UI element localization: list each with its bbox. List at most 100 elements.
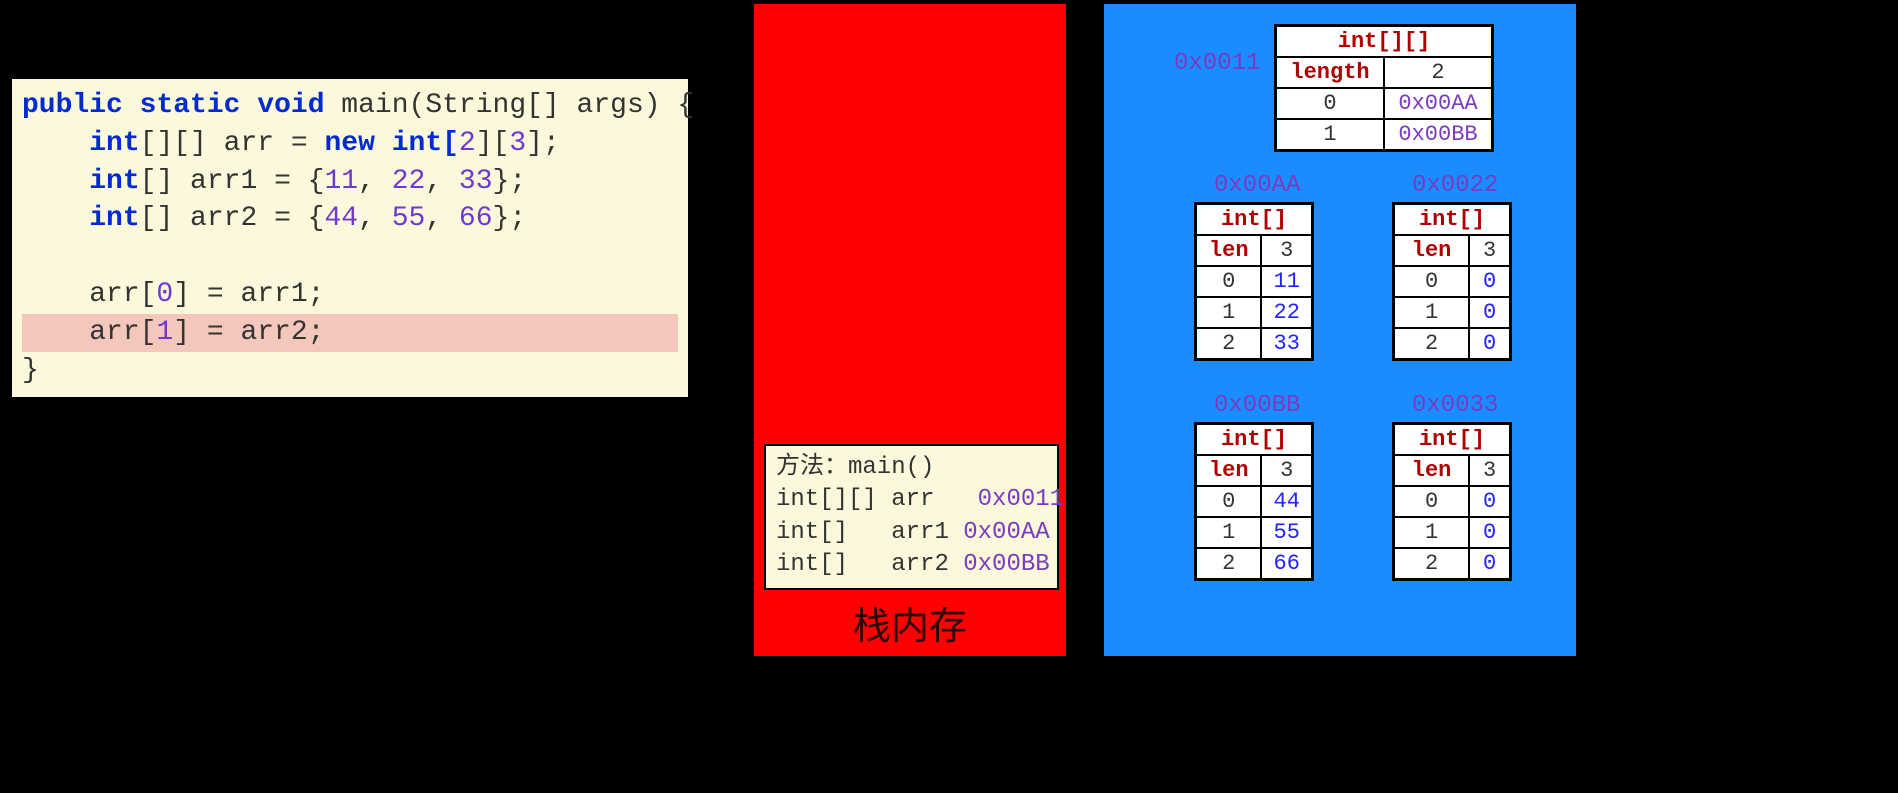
val: 33	[1261, 328, 1312, 360]
kw-void: void	[257, 90, 324, 121]
code-line-8: }	[22, 352, 678, 390]
addr-value: 0x00BB	[1384, 119, 1493, 151]
code-line-2: int[][] arr = new int[2][3];	[22, 125, 678, 163]
sep: ,	[358, 203, 392, 234]
len-value: 3	[1261, 235, 1312, 266]
heap-table-int-array: int[] len3 044 155 266	[1194, 422, 1314, 581]
num: 0	[156, 279, 173, 310]
val: 0	[1469, 266, 1510, 297]
heap-addr-label: 0x00BB	[1214, 392, 1300, 419]
heap-addr-label: 0x0011	[1174, 50, 1260, 77]
idx: 0	[1196, 266, 1262, 297]
table-title: int[]	[1196, 204, 1313, 236]
num: 66	[459, 203, 493, 234]
table-title: int[]	[1196, 424, 1313, 456]
var-name: arr2	[891, 551, 949, 578]
kw-int: int	[89, 166, 139, 197]
code-panel: public static void main(String[] args) {…	[10, 77, 690, 399]
stack-method-row: 方法：main()	[776, 452, 1047, 484]
kw-int: int	[89, 203, 139, 234]
stack-var-row: int[][] arr 0x0011	[776, 484, 1047, 516]
stack-memory-label: 栈内存	[750, 595, 1070, 650]
idx: 1	[1196, 297, 1262, 328]
code-text: main(String[] args) {	[325, 90, 695, 121]
len-label: len	[1394, 235, 1470, 266]
diagram-root: public static void main(String[] args) {…	[0, 0, 1898, 793]
val: 55	[1261, 517, 1312, 548]
val: 66	[1261, 548, 1312, 580]
code-line-5	[22, 238, 678, 276]
len-value: 3	[1469, 455, 1510, 486]
var-addr: 0x00BB	[963, 551, 1049, 578]
idx: 1	[1276, 119, 1385, 151]
code-line-7-highlight: arr[1] = arr2;	[22, 314, 678, 352]
val: 0	[1469, 517, 1510, 548]
code-text: };	[493, 166, 527, 197]
stack-memory-area: 方法：main() int[][] arr 0x0011 int[] arr1 …	[750, 0, 1070, 660]
kw-public: public	[22, 90, 123, 121]
sep: ,	[425, 203, 459, 234]
stack-frame-main: 方法：main() int[][] arr 0x0011 int[] arr1 …	[764, 444, 1059, 590]
code-line-4: int[] arr2 = {44, 55, 66};	[22, 200, 678, 238]
num: 22	[392, 166, 426, 197]
var-addr: 0x00AA	[963, 519, 1049, 546]
num: 55	[392, 203, 426, 234]
var-name: arr	[891, 486, 949, 513]
sep: ,	[425, 166, 459, 197]
val: 0	[1469, 297, 1510, 328]
var-type: int[][]	[776, 486, 877, 513]
code-line-6: arr[0] = arr1;	[22, 276, 678, 314]
len-label: len	[1196, 455, 1262, 486]
val: 0	[1469, 486, 1510, 517]
len-value: 3	[1469, 235, 1510, 266]
code-line-1: public static void main(String[] args) {	[22, 87, 678, 125]
heap-table-int-array: int[] len3 00 10 20	[1392, 202, 1512, 361]
heap-table-int-array: int[] len3 00 10 20	[1392, 422, 1512, 581]
code-text: [] arr2 = {	[140, 203, 325, 234]
len-value: 3	[1261, 455, 1312, 486]
heap-addr-label: 0x0022	[1412, 172, 1498, 199]
idx: 1	[1394, 297, 1470, 328]
val: 22	[1261, 297, 1312, 328]
addr-value: 0x00AA	[1384, 88, 1493, 119]
len-label: len	[1196, 235, 1262, 266]
val: 0	[1469, 548, 1510, 580]
stack-var-row: int[] arr1 0x00AA	[776, 517, 1047, 549]
code-line-3: int[] arr1 = {11, 22, 33};	[22, 163, 678, 201]
table-title: int[][]	[1276, 26, 1493, 58]
idx: 0	[1394, 486, 1470, 517]
var-addr: 0x0011	[978, 486, 1064, 513]
idx: 2	[1394, 328, 1470, 360]
idx: 2	[1196, 328, 1262, 360]
var-type: int[]	[776, 519, 877, 546]
code-text: [] arr1 = {	[140, 166, 325, 197]
heap-memory-area: 0x0011 int[][] length2 00x00AA 10x00BB 0…	[1100, 0, 1580, 660]
heap-addr-label: 0x00AA	[1214, 172, 1300, 199]
idx: 0	[1394, 266, 1470, 297]
code-text: ] = arr2;	[173, 317, 324, 348]
length-label: length	[1276, 57, 1385, 88]
num: 3	[509, 128, 526, 159]
length-value: 2	[1384, 57, 1493, 88]
code-text: ];	[526, 128, 560, 159]
idx: 1	[1394, 517, 1470, 548]
table-title: int[]	[1394, 424, 1511, 456]
num: 1	[156, 317, 173, 348]
idx: 1	[1196, 517, 1262, 548]
sep: ,	[358, 166, 392, 197]
idx: 0	[1276, 88, 1385, 119]
code-text: }	[22, 355, 39, 386]
var-type: int[]	[776, 551, 877, 578]
method-name: main()	[848, 454, 934, 481]
len-label: len	[1394, 455, 1470, 486]
method-label: 方法：	[776, 454, 848, 481]
kw-static: static	[140, 90, 241, 121]
code-text: arr[	[22, 279, 156, 310]
code-text: };	[493, 203, 527, 234]
val: 44	[1261, 486, 1312, 517]
table-title: int[]	[1394, 204, 1511, 236]
code-text: [][] arr =	[140, 128, 325, 159]
num: 11	[324, 166, 358, 197]
type-int: int[	[375, 128, 459, 159]
num: 44	[324, 203, 358, 234]
